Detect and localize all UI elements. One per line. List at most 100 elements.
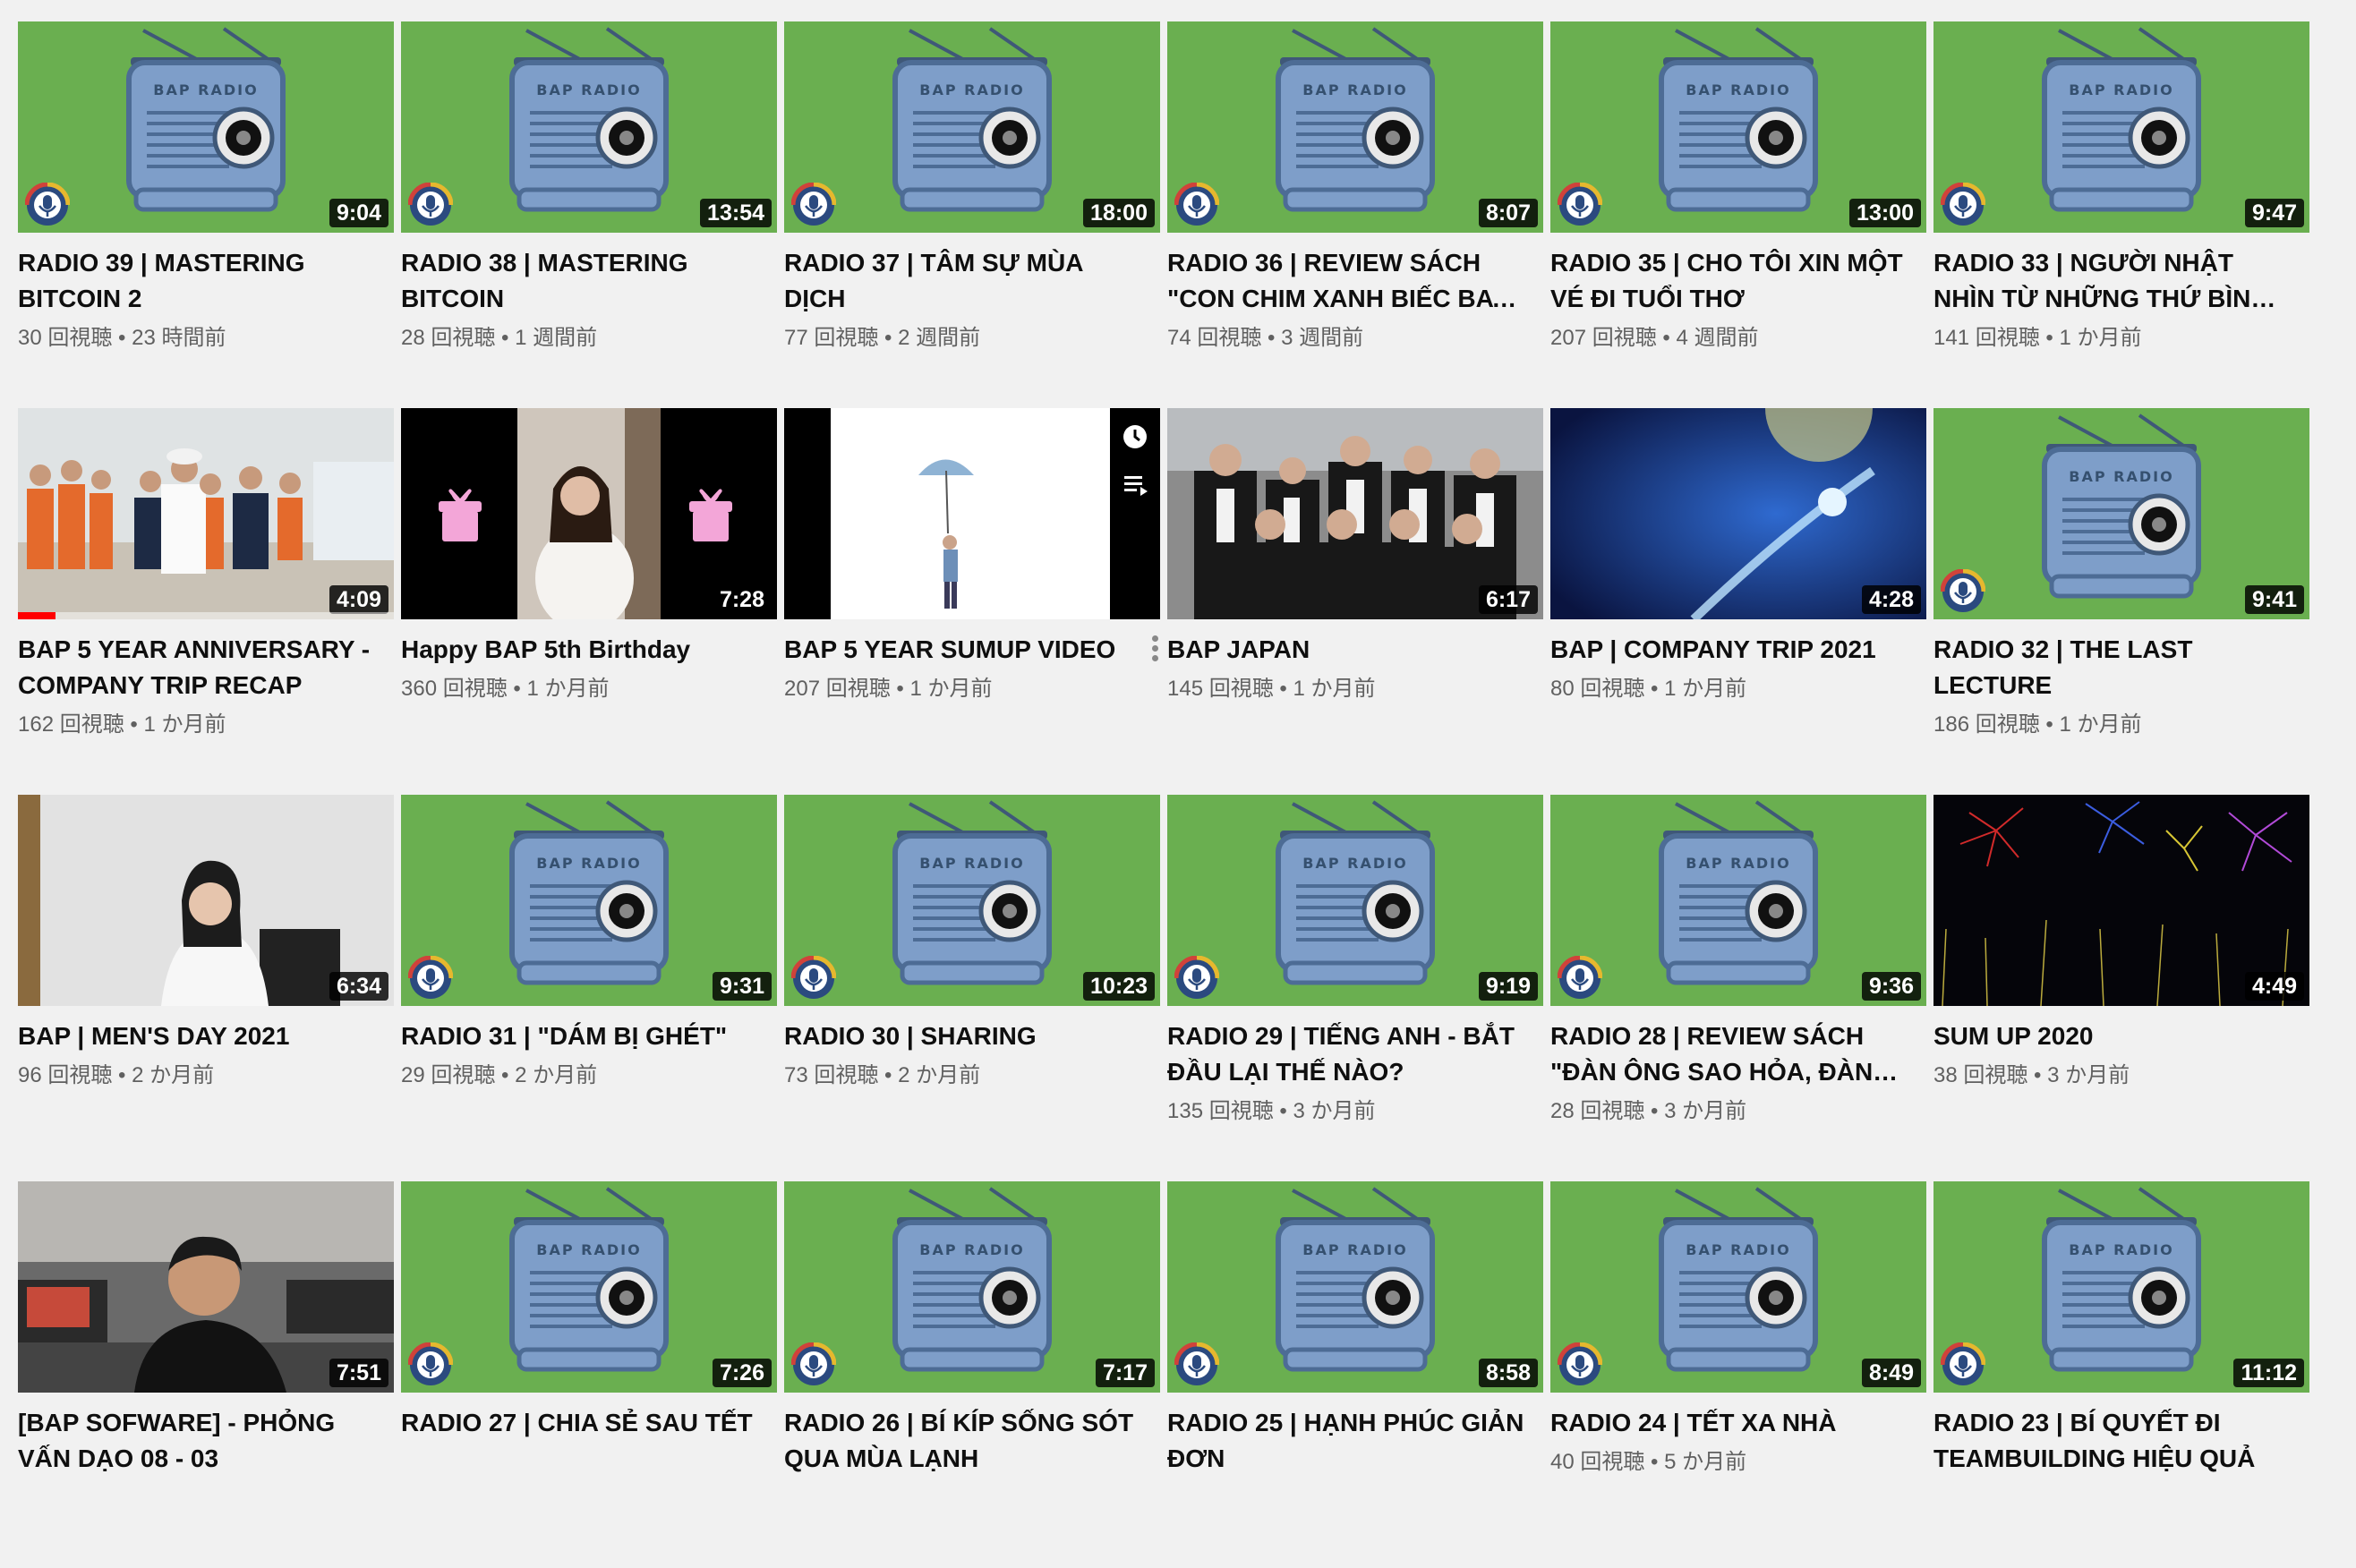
video-thumbnail[interactable]: BAP RADIO 10:23 (784, 795, 1160, 1006)
video-thumbnail[interactable]: BAP RADIO 8:07 (1167, 21, 1543, 233)
video-title[interactable]: RADIO 31 | "DÁM BỊ GHÉT" (401, 1018, 777, 1054)
view-count: 186 回視聴 (1933, 712, 2040, 737)
video-title[interactable]: RADIO 35 | CHO TÔI XIN MỘT VÉ ĐI TUỔI TH… (1550, 245, 1926, 317)
video-title[interactable]: RADIO 32 | THE LAST LECTURE (1933, 632, 2309, 703)
video-card[interactable]: BAP RADIO 9:41 RADIO 32 | THE LAST LECTUR… (1933, 408, 2309, 795)
video-title[interactable]: RADIO 25 | HẠNH PHÚC GIẢN ĐƠN (1167, 1405, 1543, 1477)
video-thumbnail[interactable]: BAP RADIO 9:41 (1933, 408, 2309, 619)
video-title[interactable]: Happy BAP 5th Birthday (401, 632, 777, 668)
video-title[interactable]: RADIO 27 | CHIA SẺ SAU TẾT (401, 1405, 777, 1441)
video-title[interactable]: RADIO 24 | TẾT XA NHÀ (1550, 1405, 1926, 1441)
video-thumbnail[interactable]: BAP RADIO 9:47 (1933, 21, 2309, 233)
video-title[interactable]: BAP 5 YEAR ANNIVERSARY - COMPANY TRIP RE… (18, 632, 394, 703)
video-title[interactable]: BAP | COMPANY TRIP 2021 (1550, 632, 1926, 668)
watch-later-button[interactable] (1115, 417, 1155, 456)
video-card[interactable]: BAP RADIO 8:49 RADIO 24 | TẾT XA NHÀ 40 回視… (1550, 1181, 1926, 1568)
video-title[interactable]: BAP JAPAN (1167, 632, 1543, 668)
video-thumbnail[interactable]: BAP RADIO 9:31 (401, 795, 777, 1006)
video-thumbnail[interactable]: BAP RADIO 8:49 (1550, 1181, 1926, 1393)
video-thumbnail[interactable]: BAP RADIO 8:58 (1167, 1181, 1543, 1393)
video-thumbnail[interactable]: BAP RADIO 9:04 (18, 21, 394, 233)
video-card[interactable]: BAP RADIO 13:00 RADIO 35 | CHO TÔI XIN MỘ… (1550, 21, 1926, 408)
duration-badge: 9:31 (712, 972, 772, 1001)
more-actions-icon[interactable] (1149, 632, 1160, 671)
video-card[interactable]: BAP RADIO 8:07 RADIO 36 | REVIEW SÁCH "CO… (1167, 21, 1543, 408)
add-to-queue-button[interactable] (1115, 464, 1155, 503)
duration-badge: 18:00 (1083, 199, 1155, 227)
video-thumbnail[interactable]: 6:17 (1167, 408, 1543, 619)
video-thumbnail[interactable]: BAP RADIO 9:36 (1550, 795, 1926, 1006)
video-thumbnail[interactable]: BAP RADIO 7:17 (784, 1181, 1160, 1393)
video-title[interactable]: BAP 5 YEAR SUMUP VIDEO (784, 632, 1160, 668)
video-thumbnail[interactable]: 4:28 (1550, 408, 1926, 619)
video-title[interactable]: RADIO 29 | TIẾNG ANH - BẮT ĐẦU LẠI THẾ N… (1167, 1018, 1543, 1090)
video-card[interactable]: 7:28 Happy BAP 5th Birthday 360 回視聴 • 1 か月… (401, 408, 777, 795)
video-card[interactable]: 4:28 BAP | COMPANY TRIP 2021 80 回視聴 • 1 か月… (1550, 408, 1926, 795)
upload-age: 1 か月前 (1664, 677, 1747, 701)
video-thumbnail[interactable]: BAP RADIO 7:26 (401, 1181, 777, 1393)
video-metadata: 141 回視聴 • 1 か月前 (1933, 320, 2309, 356)
video-card[interactable]: BAP 5 YEAR SUMUP VIDEO 207 回視聴 • 1 か月前 (784, 408, 1160, 795)
channel-logo-icon (791, 956, 836, 999)
video-card[interactable]: BAP RADIO 9:19 RADIO 29 | TIẾNG ANH - BẮT… (1167, 795, 1543, 1181)
video-metadata: 207 回視聴 • 4 週間前 (1550, 320, 1926, 356)
video-card[interactable]: 6:17 BAP JAPAN 145 回視聴 • 1 か月前 (1167, 408, 1543, 795)
video-card[interactable]: BAP RADIO 18:00 RADIO 37 | TÂM SỰ MÙA DỊC… (784, 21, 1160, 408)
video-thumbnail[interactable]: BAP RADIO 18:00 (784, 21, 1160, 233)
video-thumbnail[interactable]: BAP RADIO 13:00 (1550, 21, 1926, 233)
video-thumbnail[interactable]: BAP RADIO 9:19 (1167, 795, 1543, 1006)
video-title[interactable]: RADIO 28 | REVIEW SÁCH "ĐÀN ÔNG SAO HỎA,… (1550, 1018, 1926, 1090)
video-card[interactable]: BAP RADIO 10:23 RADIO 30 | SHARING 73 回視聴 … (784, 795, 1160, 1181)
svg-text:BAP RADIO: BAP RADIO (536, 1241, 641, 1258)
channel-logo-icon (1174, 183, 1219, 226)
upload-age: 3 か月前 (1293, 1099, 1376, 1123)
upload-age: 1 週間前 (515, 326, 598, 350)
video-title[interactable]: RADIO 30 | SHARING (784, 1018, 1160, 1054)
video-title[interactable]: RADIO 26 | BÍ KÍP SỐNG SÓT QUA MÙA LẠNH (784, 1405, 1160, 1477)
separator-dot: • (507, 677, 527, 701)
video-thumbnail[interactable]: BAP RADIO 13:54 (401, 21, 777, 233)
video-card[interactable]: 6:34 BAP | MEN'S DAY 2021 96 回視聴 • 2 か月前 (18, 795, 394, 1181)
separator-dot: • (1261, 326, 1282, 350)
video-card[interactable]: BAP RADIO 9:04 RADIO 39 | MASTERING BITCO… (18, 21, 394, 408)
watch-progress-track (18, 612, 394, 619)
video-thumbnail[interactable]: 7:51 (18, 1181, 394, 1393)
video-thumbnail[interactable]: BAP RADIO 11:12 (1933, 1181, 2309, 1393)
video-thumbnail[interactable]: 4:49 (1933, 795, 2309, 1006)
video-card[interactable]: 4:09 BAP 5 YEAR ANNIVERSARY - COMPANY TRI… (18, 408, 394, 795)
upload-age: 23 時間前 (132, 326, 226, 350)
separator-dot: • (124, 712, 144, 737)
umbrella-video-frame (784, 408, 1160, 619)
view-count: 28 回視聴 (1550, 1099, 1645, 1123)
separator-dot: • (1644, 1099, 1665, 1123)
separator-dot: • (112, 326, 132, 350)
video-card[interactable]: BAP RADIO 7:26 RADIO 27 | CHIA SẺ SAU TẾT (401, 1181, 777, 1568)
video-card[interactable]: BAP RADIO 9:47 RADIO 33 | NGƯỜI NHẬT NHÌN… (1933, 21, 2309, 408)
video-title[interactable]: SUM UP 2020 (1933, 1018, 2309, 1054)
video-title[interactable]: RADIO 23 | BÍ QUYẾT ĐI TEAMBUILDING HIỆU… (1933, 1405, 2309, 1477)
video-title[interactable]: RADIO 38 | MASTERING BITCOIN (401, 245, 777, 317)
video-title[interactable]: BAP | MEN'S DAY 2021 (18, 1018, 394, 1054)
video-title[interactable]: RADIO 33 | NGƯỜI NHẬT NHÌN TỪ NHỮNG THỨ … (1933, 245, 2309, 317)
svg-text:BAP RADIO: BAP RADIO (1302, 1241, 1407, 1258)
upload-age: 1 か月前 (143, 712, 226, 737)
video-title[interactable]: RADIO 37 | TÂM SỰ MÙA DỊCH (784, 245, 1160, 317)
video-thumbnail[interactable] (784, 408, 1160, 619)
video-thumbnail[interactable]: 7:28 (401, 408, 777, 619)
video-title[interactable]: [BAP SOFWARE] - PHỎNG VẤN DẠO 08 - 03 (18, 1405, 394, 1477)
video-title[interactable]: RADIO 39 | MASTERING BITCOIN 2 (18, 245, 394, 317)
video-card[interactable]: BAP RADIO 8:58 RADIO 25 | HẠNH PHÚC GIẢN … (1167, 1181, 1543, 1568)
video-card[interactable]: BAP RADIO 9:31 RADIO 31 | "DÁM BỊ GHÉT" 29… (401, 795, 777, 1181)
video-card[interactable]: BAP RADIO 7:17 RADIO 26 | BÍ KÍP SỐNG SÓT… (784, 1181, 1160, 1568)
video-title[interactable]: RADIO 36 | REVIEW SÁCH "CON CHIM XANH BI… (1167, 245, 1543, 317)
video-thumbnail[interactable]: 4:09 (18, 408, 394, 619)
separator-dot: • (2039, 712, 2060, 737)
video-card[interactable]: BAP RADIO 9:36 RADIO 28 | REVIEW SÁCH "ĐÀ… (1550, 795, 1926, 1181)
video-card[interactable]: 4:49 SUM UP 2020 38 回視聴 • 3 か月前 (1933, 795, 2309, 1181)
video-thumbnail[interactable]: 6:34 (18, 795, 394, 1006)
video-card[interactable]: 7:51 [BAP SOFWARE] - PHỎNG VẤN DẠO 08 - 0… (18, 1181, 394, 1568)
video-card[interactable]: BAP RADIO 11:12 RADIO 23 | BÍ QUYẾT ĐI TE… (1933, 1181, 2309, 1568)
separator-dot: • (878, 326, 899, 350)
video-metadata: 96 回視聴 • 2 か月前 (18, 1058, 394, 1094)
video-card[interactable]: BAP RADIO 13:54 RADIO 38 | MASTERING BITC… (401, 21, 777, 408)
